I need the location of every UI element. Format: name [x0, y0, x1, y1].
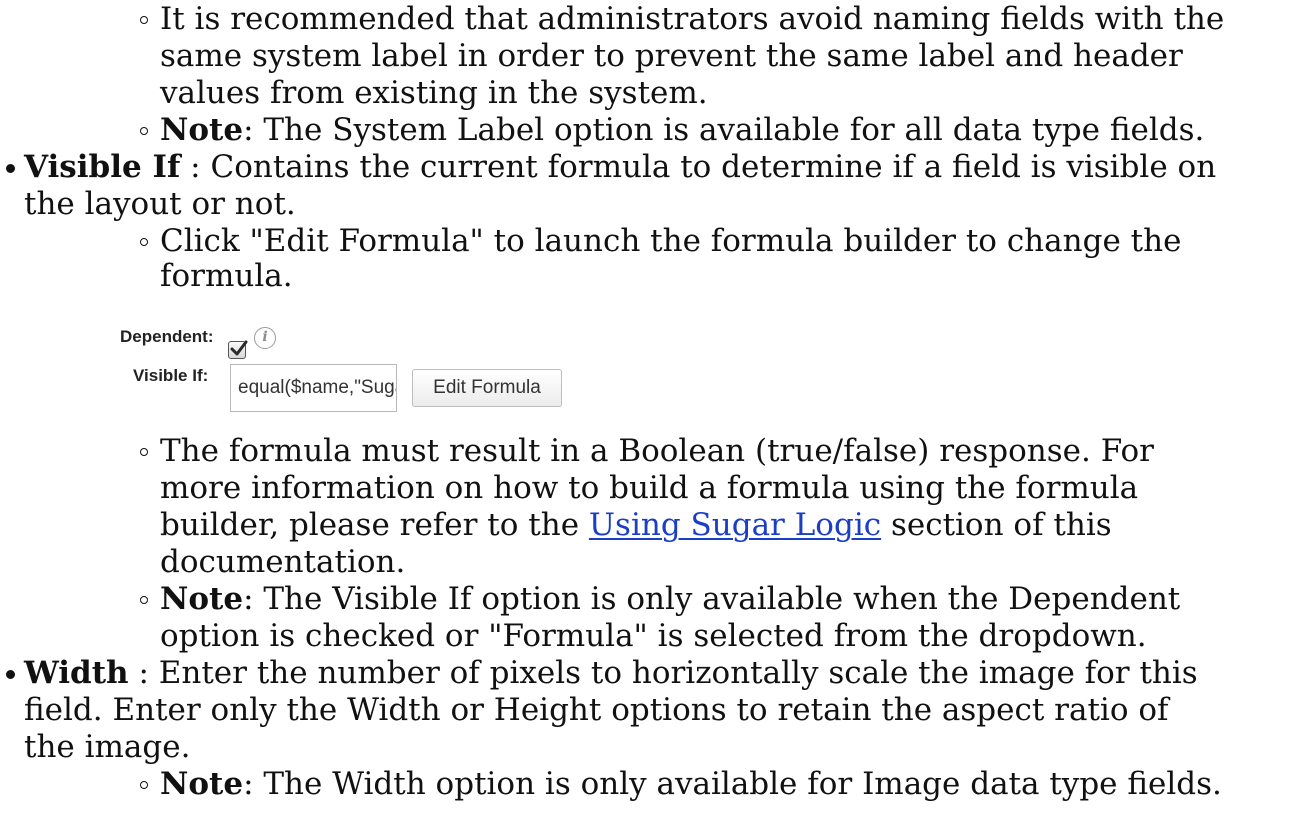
edit-formula-button[interactable]: Edit Formula: [412, 369, 562, 407]
dependent-checkbox[interactable]: [228, 340, 248, 359]
boolean-line-3-suffix: section of this: [881, 507, 1112, 543]
note-label: Note: [160, 766, 244, 802]
visible-if-term: Visible If: [24, 149, 181, 185]
width-item: Width : Enter the number of pixels to ho…: [24, 655, 1198, 692]
recommendation-line-3: values from existing in the system.: [160, 75, 708, 111]
recommendation-line-1: It is recommended that administrators av…: [160, 1, 1225, 37]
visible-if-screenshot: Dependent: i Visible If: equal($name,"Su…: [120, 327, 710, 427]
system-label-note: Note: The System Label option is availab…: [160, 112, 1204, 149]
width-term: Width: [24, 655, 129, 691]
edit-formula-line-2: formula.: [160, 258, 293, 294]
note-label: Note: [160, 581, 244, 617]
visible-if-note-line-2: option is checked or "Formula" is select…: [160, 618, 1147, 654]
boolean-line-3: builder, please refer to the Using Sugar…: [160, 507, 1112, 544]
visible-if-item: Visible If : Contains the current formul…: [24, 149, 1216, 186]
visible-if-label: Visible If:: [133, 366, 209, 385]
visible-if-description-line-2: the layout or not.: [24, 186, 296, 222]
sub-bullet-marker: [140, 448, 148, 456]
sub-bullet-marker: [140, 238, 148, 246]
note-text: : The Width option is only available for…: [243, 766, 1222, 802]
width-note: Note: The Width option is only available…: [160, 766, 1222, 803]
dependent-label: Dependent:: [120, 327, 214, 346]
note-label: Note: [160, 112, 244, 148]
boolean-line-2: more information on how to build a formu…: [160, 470, 1139, 506]
bullet-marker: [6, 164, 15, 173]
width-description-line-2: field. Enter only the Width or Height op…: [24, 692, 1169, 728]
recommendation-line-2: same system label in order to prevent th…: [160, 38, 1183, 74]
formula-input[interactable]: equal($name,"SugarCR: [230, 364, 397, 412]
visible-if-description: : Contains the current formula to determ…: [180, 149, 1217, 185]
width-description-line-3: the image.: [24, 729, 191, 765]
boolean-line-1: The formula must result in a Boolean (tr…: [160, 433, 1154, 469]
sub-bullet-marker: [140, 596, 148, 604]
edit-formula-line-1: Click "Edit Formula" to launch the formu…: [160, 223, 1182, 259]
bullet-marker: [6, 670, 15, 679]
visible-if-note: Note: The Visible If option is only avai…: [160, 581, 1180, 618]
checkmark-icon: [230, 340, 248, 356]
boolean-line-4: documentation.: [160, 544, 406, 580]
sub-bullet-marker: [140, 781, 148, 789]
sub-bullet-marker: [140, 127, 148, 135]
sub-bullet-marker: [140, 16, 148, 24]
width-description: : Enter the number of pixels to horizont…: [128, 655, 1198, 691]
boolean-line-3-prefix: builder, please refer to the: [160, 507, 589, 543]
using-sugar-logic-link[interactable]: Using Sugar Logic: [589, 507, 881, 543]
note-text: : The System Label option is available f…: [243, 112, 1205, 148]
note-text: : The Visible If option is only availabl…: [243, 581, 1181, 617]
info-icon[interactable]: i: [254, 327, 276, 349]
